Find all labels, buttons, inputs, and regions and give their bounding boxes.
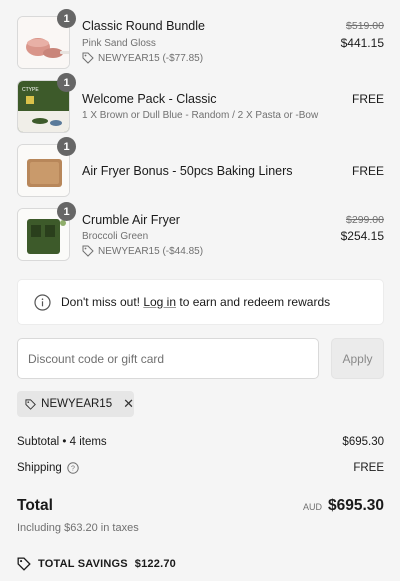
notice-text-before: Don't miss out! <box>61 295 144 309</box>
product-name: Classic Round Bundle <box>82 19 205 33</box>
quantity-badge: 1 <box>57 73 76 92</box>
login-link[interactable]: Log in <box>143 295 176 309</box>
shipping-label-group: Shipping ? <box>17 462 79 474</box>
info-icon <box>34 293 51 311</box>
savings-label: TOTAL SAVINGS <box>38 558 128 570</box>
total-savings: TOTAL SAVINGS $122.70 <box>17 557 176 571</box>
original-price: $299.00 <box>346 214 384 226</box>
subtotal-value: $695.30 <box>342 436 384 448</box>
remove-code-icon[interactable]: ✕ <box>123 396 134 412</box>
discount-text: NEWYEAR15 (-$77.85) <box>98 52 204 64</box>
subtotal-row: Subtotal • 4 items $695.30 <box>17 436 384 448</box>
savings-value: $122.70 <box>134 558 176 570</box>
price: FREE <box>351 92 384 106</box>
help-icon[interactable]: ? <box>67 462 79 474</box>
currency-code: AUD <box>302 502 322 512</box>
subtotal-label: Subtotal • 4 items <box>17 436 107 448</box>
apply-button[interactable]: Apply <box>331 338 384 379</box>
shipping-label: Shipping <box>17 462 62 474</box>
quantity-badge: 1 <box>57 137 76 156</box>
discount-tag: NEWYEAR15 (-$44.85) <box>82 245 203 257</box>
tag-icon <box>25 398 36 410</box>
rewards-notice: Don't miss out! Log in to earn and redee… <box>17 279 384 325</box>
product-variant: Pink Sand Gloss <box>82 38 156 49</box>
discount-tag: NEWYEAR15 (-$77.85) <box>82 52 203 64</box>
price: $441.15 <box>340 36 384 50</box>
taxes-note: Including $63.20 in taxes <box>17 522 139 534</box>
quantity-badge: 1 <box>57 202 76 221</box>
product-variant: Broccoli Green <box>82 231 149 242</box>
total-value-group: AUD $695.30 <box>303 497 384 515</box>
svg-text:?: ? <box>71 466 75 473</box>
original-price: $519.00 <box>346 20 384 32</box>
total-row: Total AUD $695.30 <box>17 497 384 515</box>
shipping-value: FREE <box>353 462 384 474</box>
tag-icon <box>17 557 31 571</box>
product-name: Crumble Air Fryer <box>82 213 180 227</box>
price: FREE <box>351 164 384 178</box>
product-name: Air Fryer Bonus - 50pcs Baking Liners <box>82 164 293 178</box>
tag-icon <box>82 52 94 64</box>
price: $254.15 <box>340 229 384 243</box>
tag-icon <box>82 245 94 257</box>
discount-text: NEWYEAR15 (-$44.85) <box>98 245 204 257</box>
discount-code-input[interactable] <box>17 338 319 379</box>
quantity-badge: 1 <box>57 9 76 28</box>
shipping-row: Shipping ? FREE <box>17 462 384 474</box>
product-variant: 1 X Brown or Dull Blue - Random / 2 X Pa… <box>82 110 319 121</box>
product-name: Welcome Pack - Classic <box>82 92 217 106</box>
applied-code: NEWYEAR15 <box>41 398 113 410</box>
welcome-pack-thumb-text: CTYPE <box>22 87 39 93</box>
total-label: Total <box>17 497 53 514</box>
total-value: $695.30 <box>327 497 384 514</box>
notice-text-after: to earn and redeem rewards <box>176 295 331 309</box>
applied-discount-chip: NEWYEAR15 ✕ <box>17 391 134 417</box>
